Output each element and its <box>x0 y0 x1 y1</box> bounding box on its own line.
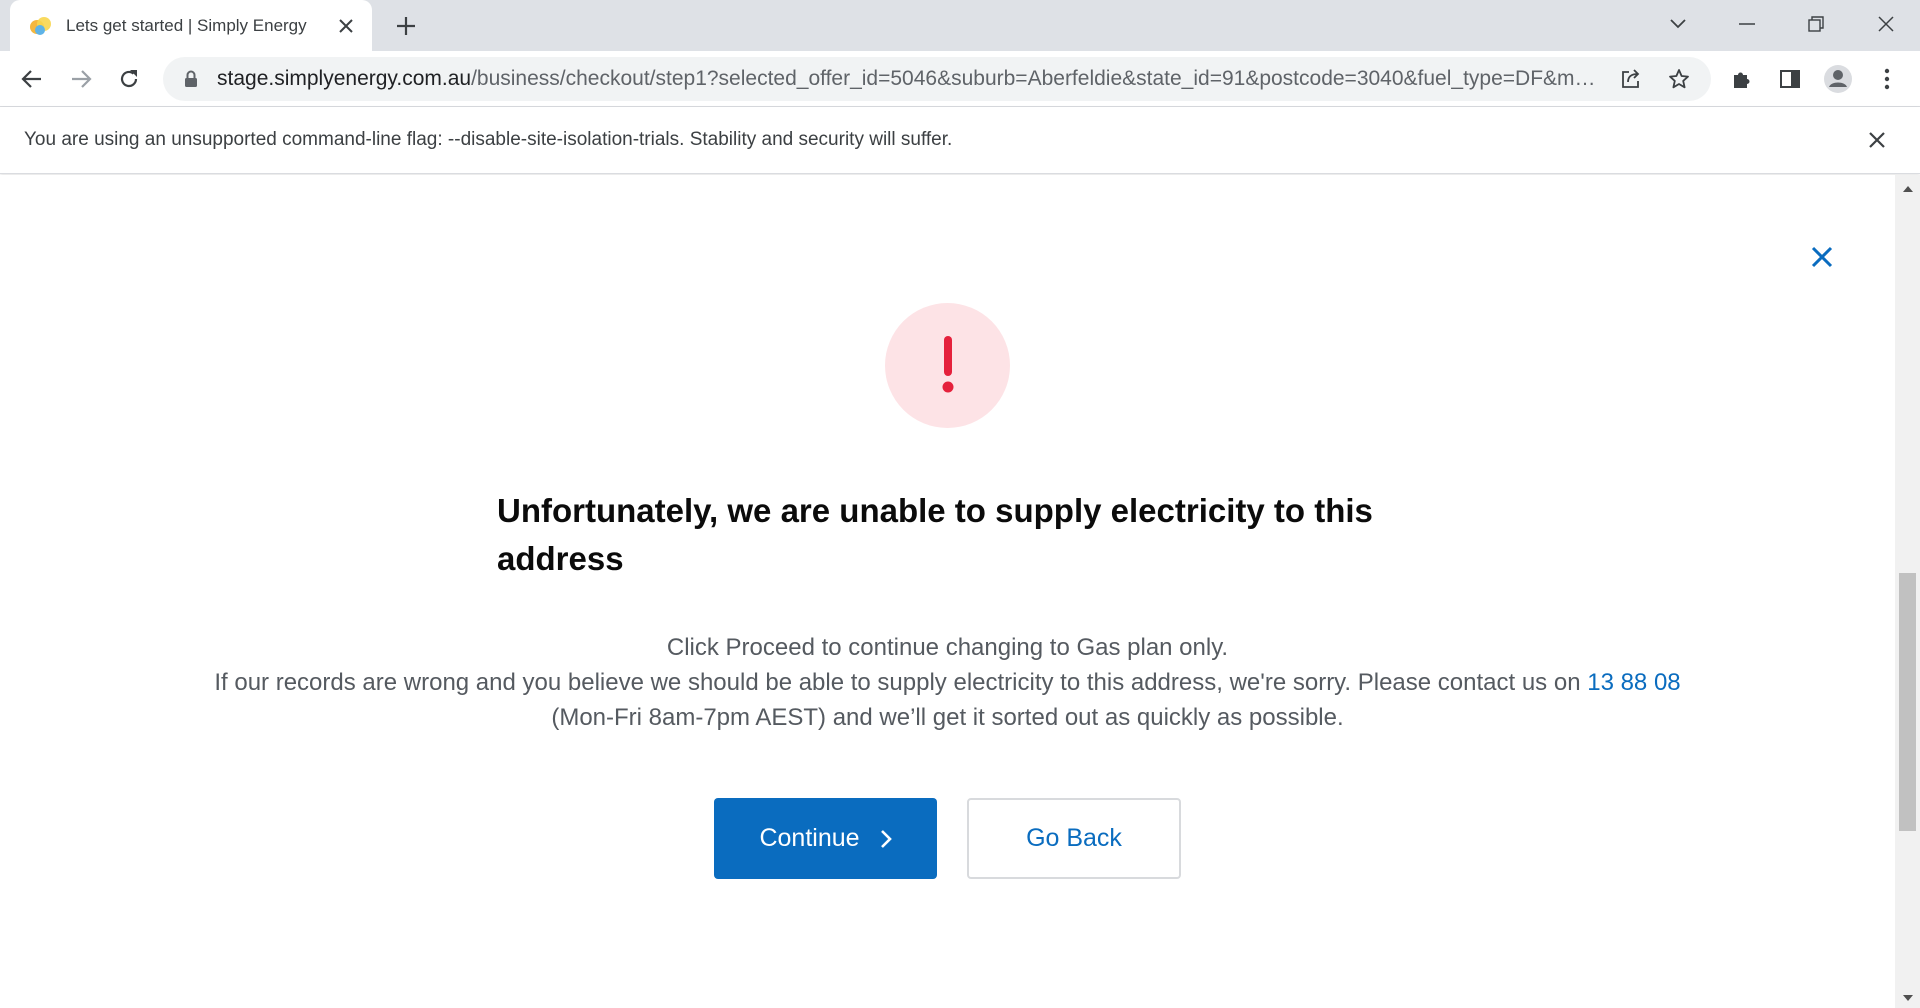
restore-icon[interactable] <box>1796 8 1836 40</box>
browser-toolbar: stage.simplyenergy.com.au/business/check… <box>0 51 1920 107</box>
phone-number-link[interactable]: 13 88 08 <box>1587 669 1680 696</box>
message-line-1: Click Proceed to continue changing to Ga… <box>666 634 1229 661</box>
go-back-button[interactable]: Go Back <box>967 798 1181 879</box>
menu-kebab-icon[interactable] <box>1869 61 1905 97</box>
exclamation-alert-icon <box>885 303 1010 428</box>
continue-button[interactable]: Continue <box>714 798 937 879</box>
url-path: /business/checkout/step1?selected_offer_… <box>471 67 1601 90</box>
tab-search-icon[interactable] <box>1658 8 1698 40</box>
forward-arrow-icon[interactable] <box>63 61 99 97</box>
url-host: stage.simplyenergy.com.au <box>217 67 472 90</box>
bookmark-star-icon[interactable] <box>1661 61 1697 97</box>
tab-title: Lets get started | Simply Energy <box>66 15 307 35</box>
url-text[interactable]: stage.simplyenergy.com.au/business/check… <box>217 67 1601 91</box>
infobar-message: You are using an unsupported command-lin… <box>24 129 953 150</box>
extensions-puzzle-icon[interactable] <box>1724 61 1760 97</box>
share-icon[interactable] <box>1613 61 1649 97</box>
minimize-icon[interactable] <box>1727 8 1767 40</box>
scroll-up-arrow-icon[interactable] <box>1895 181 1920 197</box>
infobar-close-icon[interactable] <box>1862 125 1892 155</box>
modal-close-icon[interactable] <box>1808 243 1836 271</box>
lock-icon[interactable] <box>181 69 201 89</box>
message-line-2: If our records are wrong and you believe… <box>210 665 1685 735</box>
profile-avatar-icon[interactable] <box>1820 61 1856 97</box>
page-scrollbar[interactable] <box>1895 175 1920 1008</box>
scroll-down-arrow-icon[interactable] <box>1895 990 1920 1006</box>
address-bar[interactable]: stage.simplyenergy.com.au/business/check… <box>163 57 1711 101</box>
reload-icon[interactable] <box>111 61 147 97</box>
modal-heading: Unfortunately, we are unable to supply e… <box>497 492 1373 577</box>
go-back-label: Go Back <box>1026 824 1122 852</box>
back-arrow-icon[interactable] <box>14 61 50 97</box>
warning-infobar: You are using an unsupported command-lin… <box>0 107 1920 174</box>
close-window-icon[interactable] <box>1866 8 1906 40</box>
message-text-before: If our records are wrong and you believe… <box>214 669 1588 696</box>
tab-strip: Lets get started | Simply Energy <box>0 0 1920 51</box>
tab-close-icon[interactable] <box>334 14 358 38</box>
chevron-right-icon <box>880 829 892 849</box>
page-viewport: Unfortunately, we are unable to supply e… <box>0 175 1895 1008</box>
side-panel-icon[interactable] <box>1772 61 1808 97</box>
browser-tab[interactable]: Lets get started | Simply Energy <box>10 0 372 51</box>
scrollbar-thumb[interactable] <box>1899 573 1916 831</box>
modal-message: Click Proceed to continue changing to Ga… <box>210 630 1685 735</box>
new-tab-button[interactable] <box>390 10 422 42</box>
continue-label: Continue <box>759 824 860 852</box>
simply-energy-favicon-icon <box>30 15 52 37</box>
message-text-after: (Mon-Fri 8am-7pm AEST) and we’ll get it … <box>551 704 1344 731</box>
